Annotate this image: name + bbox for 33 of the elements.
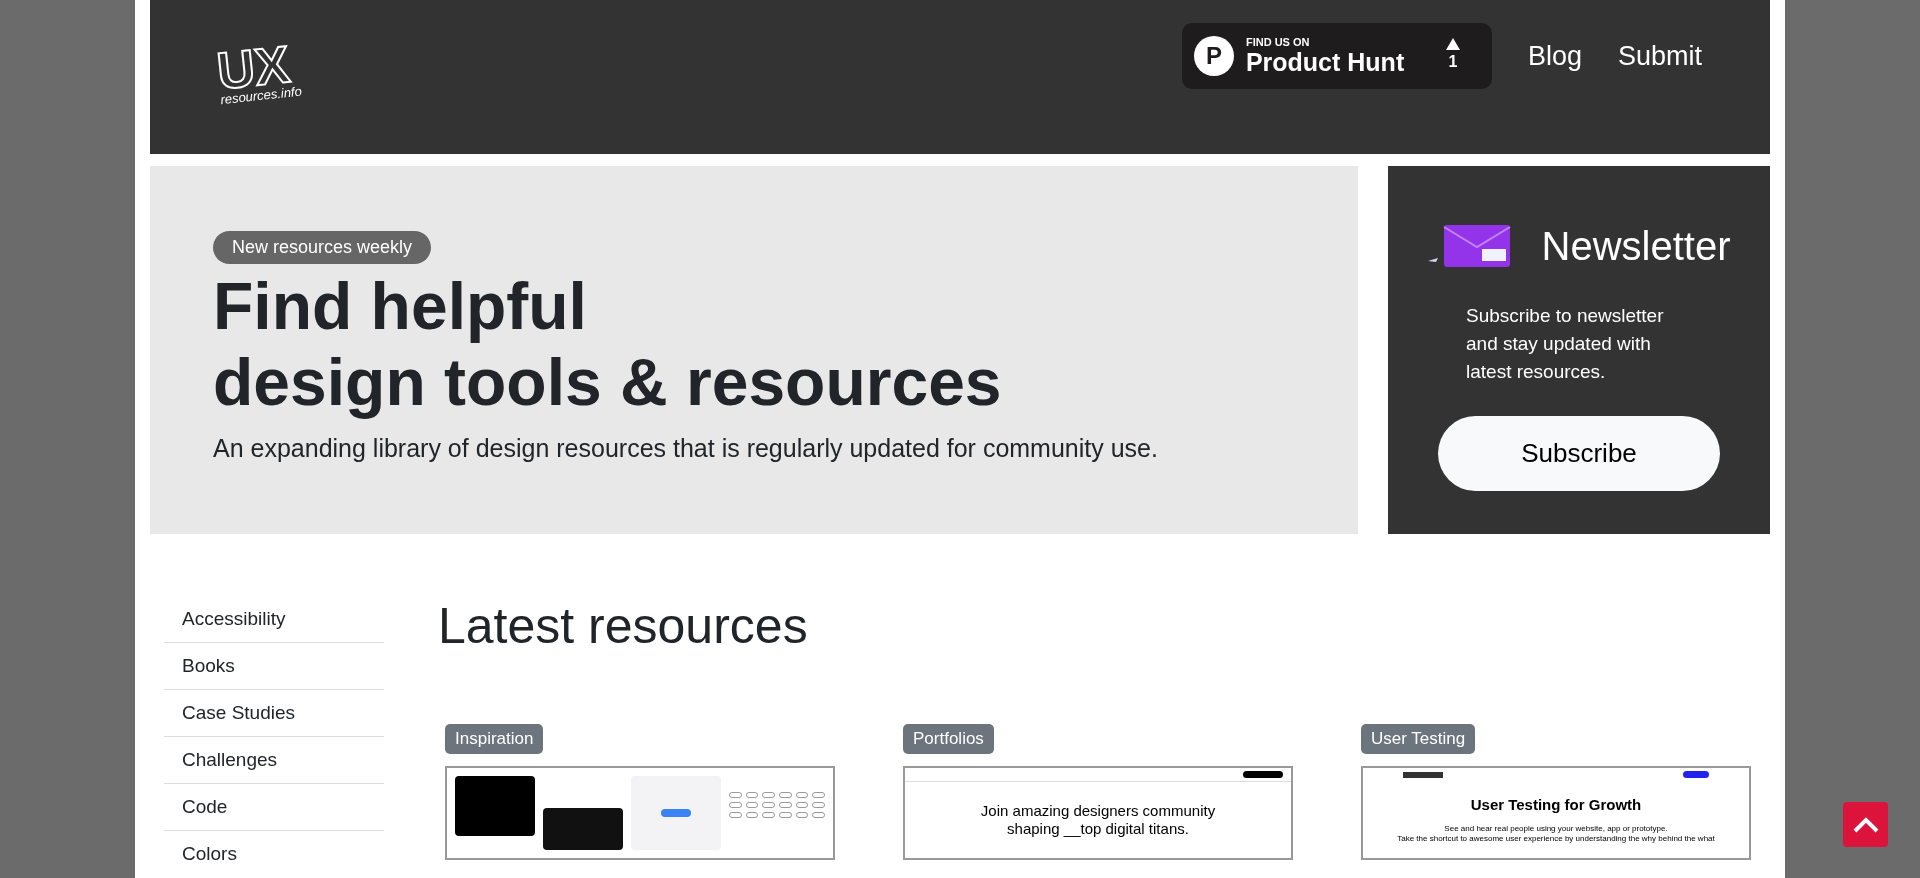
category-tag[interactable]: Portfolios bbox=[903, 724, 994, 754]
screenshot-logo bbox=[1403, 771, 1443, 778]
category-link[interactable]: Case Studies bbox=[164, 690, 384, 737]
nav-link[interactable]: Submit bbox=[1617, 35, 1702, 77]
upvote-triangle-icon bbox=[1445, 38, 1460, 50]
badge-title: Product Hunt bbox=[1245, 48, 1406, 76]
badge-kicker: FIND US ON bbox=[1245, 36, 1311, 48]
newsletter-title: Newsletter bbox=[1541, 223, 1731, 270]
category-link[interactable]: Colors bbox=[164, 831, 384, 878]
category-link[interactable]: Accessibility bbox=[164, 596, 384, 643]
back-to-top-button[interactable] bbox=[1843, 802, 1888, 847]
category-link[interactable]: Challenges bbox=[164, 737, 384, 784]
screenshot-headline: shaping __top digital titans. bbox=[1007, 819, 1189, 838]
category-tag[interactable]: Inspiration bbox=[445, 724, 544, 754]
screenshot-headline: User Testing for Growth bbox=[1470, 794, 1642, 815]
hero-subtitle: An expanding library of design resources that is regularly updated for community use. bbox=[213, 433, 1159, 464]
logo[interactable]: UX resources.info bbox=[215, 40, 303, 108]
screenshot-text: See and hear real people using your website, app or prototype. bbox=[1444, 824, 1668, 834]
section-heading: Latest resources bbox=[438, 597, 809, 656]
product-hunt-icon: P bbox=[1193, 36, 1234, 76]
screenshot-text: Take the shortcut to awesome user experience by understanding the why behind the what bbox=[1397, 834, 1715, 844]
hero-title: Find helpful design tools & resources bbox=[213, 268, 1003, 420]
hero-badge: New resources weekly bbox=[213, 231, 432, 264]
newsletter-text: Subscribe to newsletter and stay updated with latest resources. bbox=[1466, 304, 1665, 384]
screenshot-headline: Join amazing designers community bbox=[980, 801, 1216, 820]
product-hunt-badge[interactable]: P FIND US ON Product Hunt 1 bbox=[1181, 23, 1492, 89]
nav-link[interactable]: Blog bbox=[1527, 35, 1582, 77]
category-link[interactable]: Code bbox=[164, 784, 384, 831]
category-link[interactable]: Books bbox=[164, 643, 384, 690]
subscribe-button[interactable]: Subscribe bbox=[1438, 416, 1720, 491]
vote-count: 1 bbox=[1448, 52, 1458, 72]
category-tag[interactable]: User Testing bbox=[1361, 724, 1476, 754]
chevron-up-icon bbox=[1852, 816, 1879, 833]
